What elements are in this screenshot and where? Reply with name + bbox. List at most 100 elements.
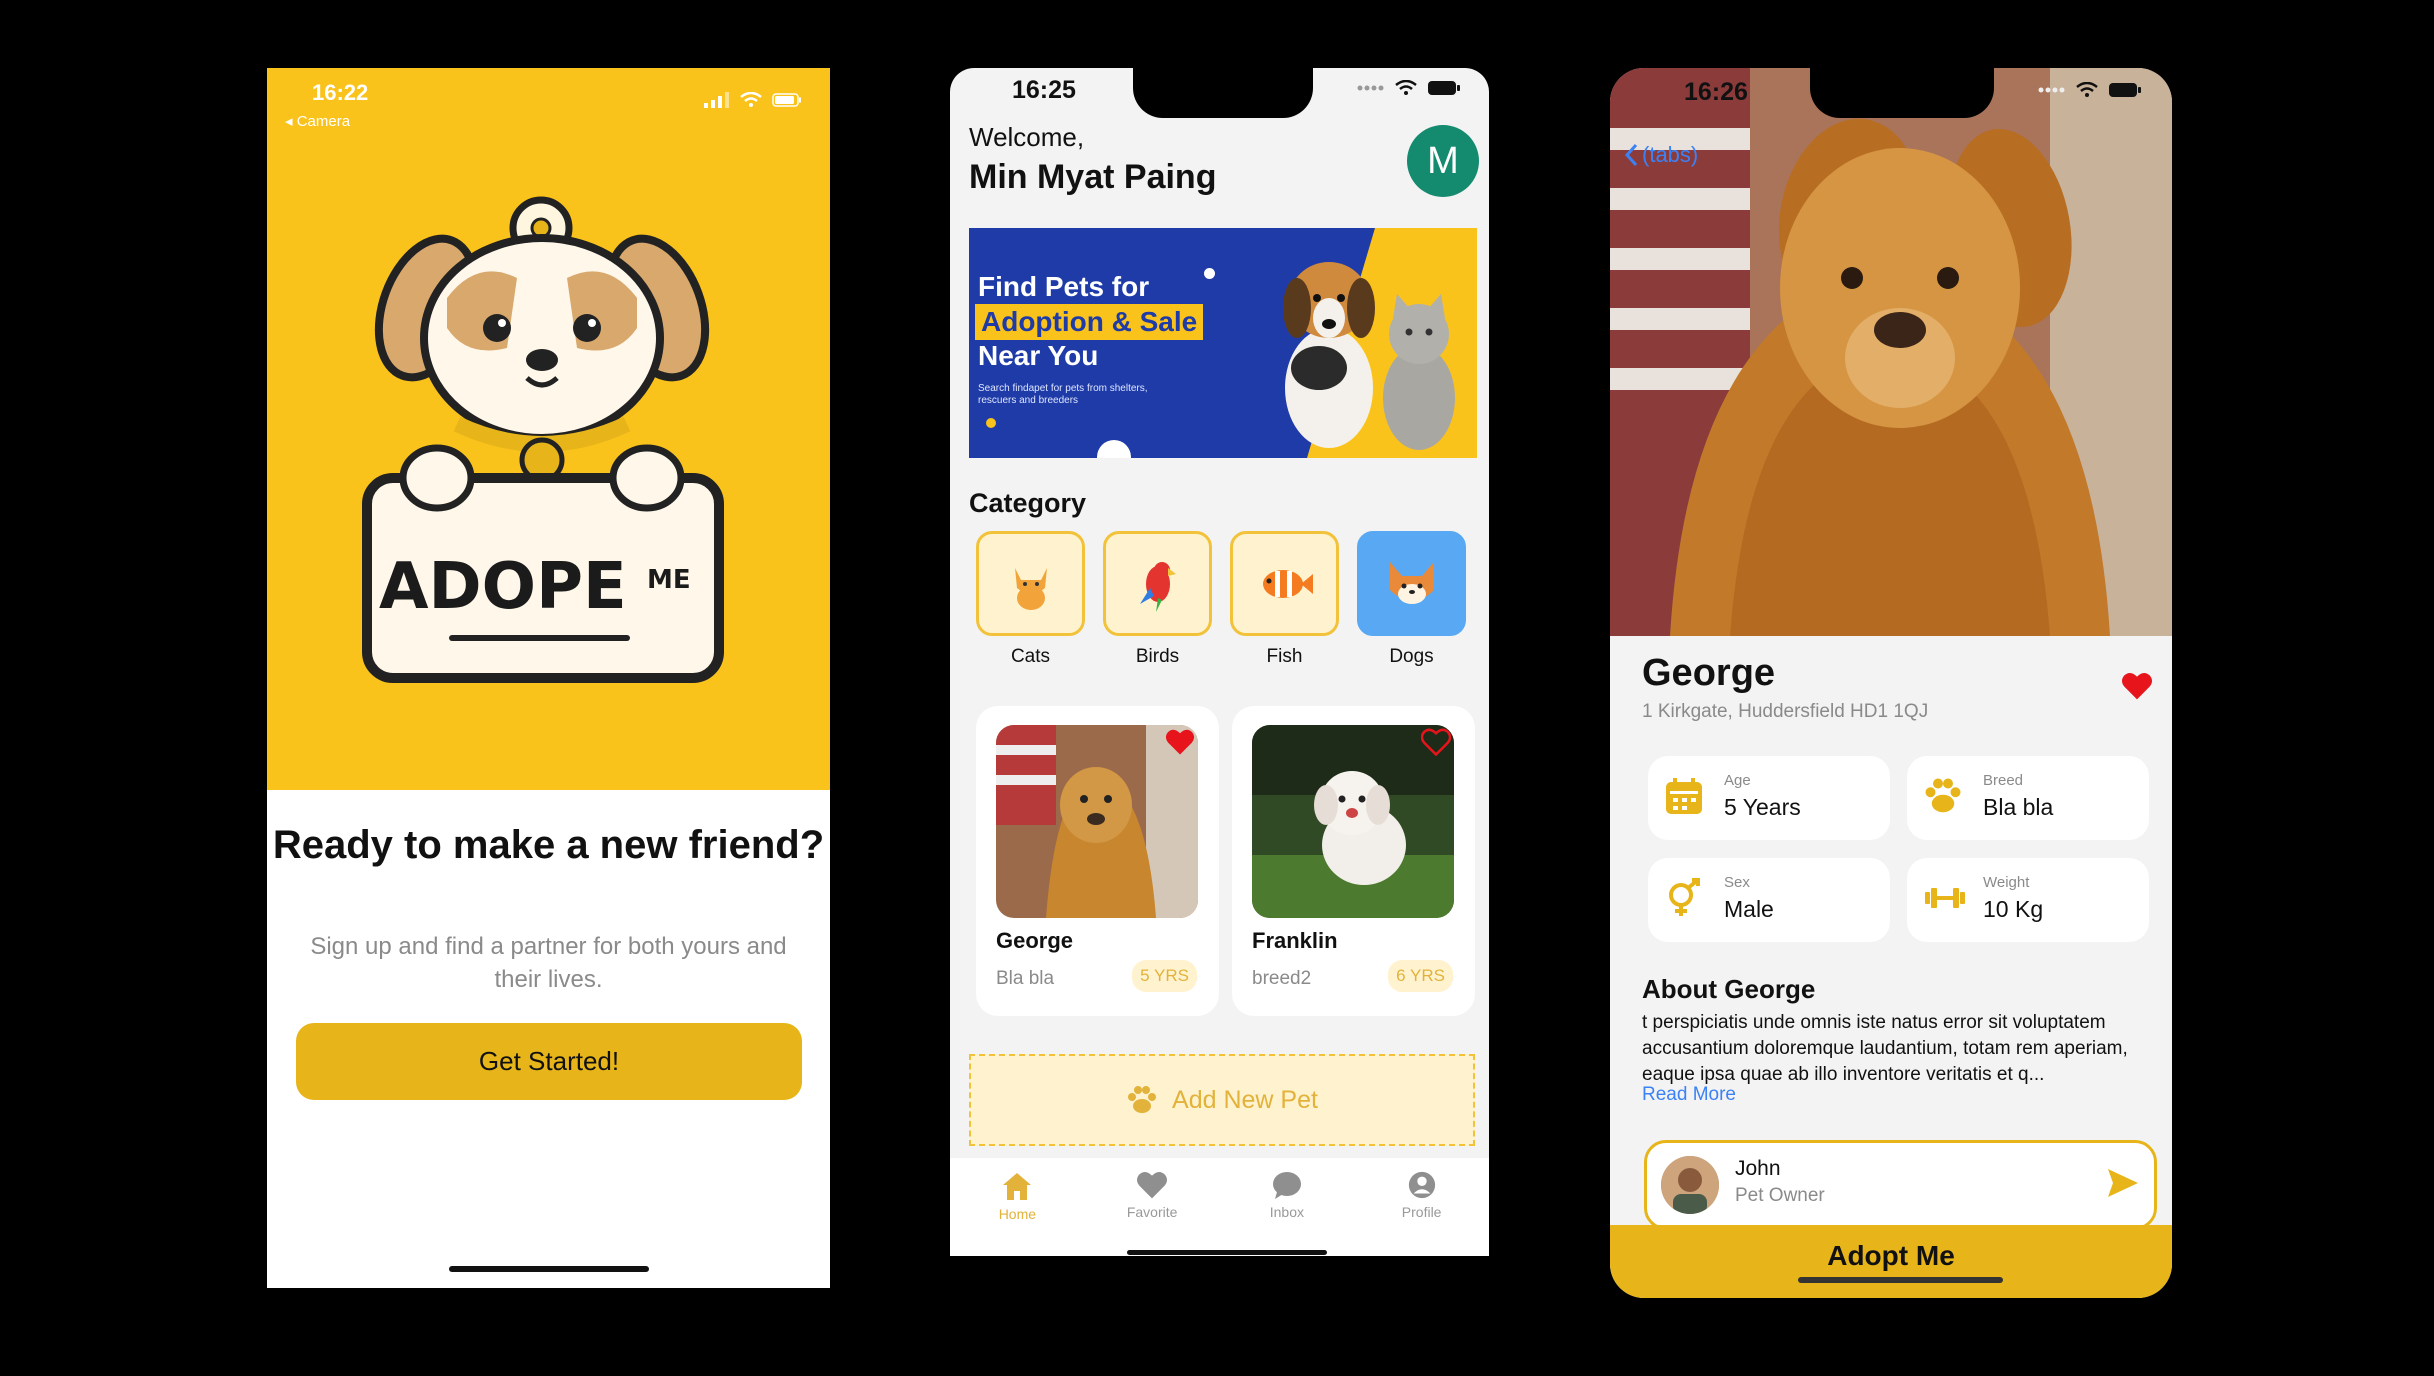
pet-name: George — [996, 928, 1074, 953]
tab-inbox[interactable]: Inbox — [1220, 1158, 1355, 1256]
home-icon — [1003, 1173, 1032, 1200]
promo-banner[interactable]: Find Pets for Adoption & Sale Near You S… — [969, 228, 1477, 458]
add-new-pet-button[interactable]: Add New Pet — [969, 1054, 1475, 1146]
dumbbell-icon — [1925, 888, 1965, 908]
banner-line-3: Near You — [978, 340, 1099, 371]
avatar[interactable]: M — [1407, 125, 1479, 197]
calendar-icon — [1666, 778, 1702, 814]
chat-icon — [1272, 1172, 1301, 1199]
pet-breed: breed2 — [1252, 968, 1312, 989]
signal-icon — [704, 92, 729, 108]
status-icons — [1357, 80, 1461, 96]
banner-dot — [1097, 440, 1131, 458]
status-time: 16:22 — [312, 80, 369, 105]
favorite-heart-icon[interactable] — [2121, 671, 2153, 701]
pet-card-george[interactable]: George Bla bla 5 YRS — [976, 706, 1219, 1016]
pet-age-badge: 6 YRS — [1388, 960, 1453, 992]
tab-label: Home — [998, 1206, 1037, 1222]
status-time: 16:25 — [1012, 76, 1076, 104]
pet-name: Franklin — [1252, 928, 1338, 953]
tab-profile[interactable]: Profile — [1354, 1158, 1489, 1256]
welcome-label: Welcome, — [969, 122, 1085, 152]
info-card-weight: Weight 10 Kg — [1907, 858, 2149, 942]
onboarding-title: Ready to make a new friend? — [272, 823, 825, 867]
pet-card-franklin[interactable]: Franklin breed2 6 YRS — [1232, 706, 1475, 1016]
logo-text: ADOPE — [379, 550, 627, 624]
tab-label: Favorite — [1126, 1204, 1178, 1220]
wifi-icon — [1395, 80, 1417, 95]
owner-avatar — [1661, 1156, 1719, 1214]
get-started-button[interactable]: Get Started! — [296, 1023, 802, 1100]
cat-icon — [1014, 567, 1047, 610]
category-birds[interactable] — [1103, 531, 1212, 636]
banner-dot — [1204, 268, 1215, 279]
category-heading: Category — [969, 488, 1087, 518]
favorite-heart-icon[interactable] — [1421, 728, 1451, 756]
category-fish[interactable] — [1230, 531, 1339, 636]
info-value: 10 Kg — [1983, 896, 2044, 922]
signal-icon — [2038, 87, 2065, 93]
back-to-camera-link[interactable]: ◂ Camera — [285, 112, 350, 130]
battery-icon — [772, 93, 801, 107]
category-dogs[interactable] — [1357, 531, 1466, 636]
wifi-icon — [2076, 82, 2098, 97]
owner-card: John Pet Owner — [1644, 1140, 2157, 1230]
parrot-icon — [1139, 561, 1176, 612]
home-indicator — [1127, 1250, 1327, 1255]
info-card-breed: Breed Bla bla — [1907, 756, 2149, 840]
adopt-me-button[interactable]: Adopt Me — [1610, 1225, 2172, 1298]
back-label: (tabs) — [1642, 142, 1699, 167]
pet-name: George — [1642, 652, 1776, 694]
about-text: t perspiciatis unde omnis iste natus err… — [1642, 1012, 2128, 1085]
back-button[interactable]: (tabs) — [1624, 142, 1698, 168]
battery-icon — [1428, 81, 1460, 95]
category-label: Fish — [1266, 646, 1303, 667]
home-screen: 16:25 Welcome, Min Myat Paing M Find Pet… — [950, 68, 1489, 1256]
owner-role: Pet Owner — [1735, 1185, 1825, 1206]
info-label: Sex — [1724, 874, 1750, 891]
fish-icon — [1262, 569, 1313, 598]
info-label: Age — [1724, 772, 1751, 789]
wifi-icon — [740, 92, 762, 107]
gender-icon — [1669, 878, 1700, 916]
onboarding-screen: 16:22 ◂ Camera ADOPE ME Ready to make a … — [267, 68, 830, 1288]
tab-favorite[interactable]: Favorite — [1085, 1158, 1220, 1256]
owner-name: John — [1735, 1157, 1781, 1180]
info-label: Weight — [1983, 874, 2030, 891]
pet-detail-screen: 16:26 (tabs) George 1 Kirkgate, Huddersf… — [1610, 68, 2172, 1298]
favorite-heart-icon[interactable] — [1165, 728, 1195, 756]
paw-icon — [1925, 778, 1961, 813]
dynamic-island — [1133, 68, 1313, 118]
onboarding-subtitle: Sign up and find a partner for both your… — [310, 933, 787, 993]
dog-icon — [1389, 561, 1434, 604]
signal-icon — [1357, 85, 1384, 91]
tab-label: Profile — [1401, 1204, 1442, 1220]
pet-age-badge: 5 YRS — [1132, 960, 1197, 992]
info-value: 5 Years — [1724, 794, 1801, 820]
bottom-tab-bar: Home Favorite Inbox Profile — [950, 1158, 1489, 1256]
about-heading: About George — [1642, 974, 1816, 1004]
chevron-left-icon — [1624, 143, 1638, 167]
hero-panel: 16:22 ◂ Camera ADOPE ME — [267, 68, 830, 790]
info-card-sex: Sex Male — [1648, 858, 1890, 942]
info-value: Male — [1724, 896, 1774, 922]
battery-icon — [2109, 83, 2141, 97]
category-label: Dogs — [1389, 646, 1434, 667]
read-more-link[interactable]: Read More — [1642, 1084, 1736, 1106]
info-card-age: Age 5 Years — [1648, 756, 1890, 840]
send-message-icon[interactable] — [2106, 1167, 2140, 1199]
tab-home[interactable]: Home — [950, 1158, 1085, 1256]
category-label: Birds — [1135, 646, 1180, 667]
home-indicator — [449, 1266, 649, 1272]
category-label: Cats — [1010, 646, 1051, 667]
info-value: Bla bla — [1983, 794, 2054, 820]
home-indicator — [1798, 1277, 2003, 1283]
status-icons — [704, 92, 802, 108]
category-cats[interactable] — [976, 531, 1085, 636]
profile-icon — [1408, 1171, 1435, 1199]
banner-caption: Search findapet for pets from shelters, … — [978, 383, 1148, 406]
status-time: 16:26 — [1684, 78, 1748, 106]
banner-line-2: Adoption & Sale — [975, 304, 1204, 340]
paw-icon — [1128, 1086, 1157, 1113]
dynamic-island — [1810, 68, 1994, 118]
